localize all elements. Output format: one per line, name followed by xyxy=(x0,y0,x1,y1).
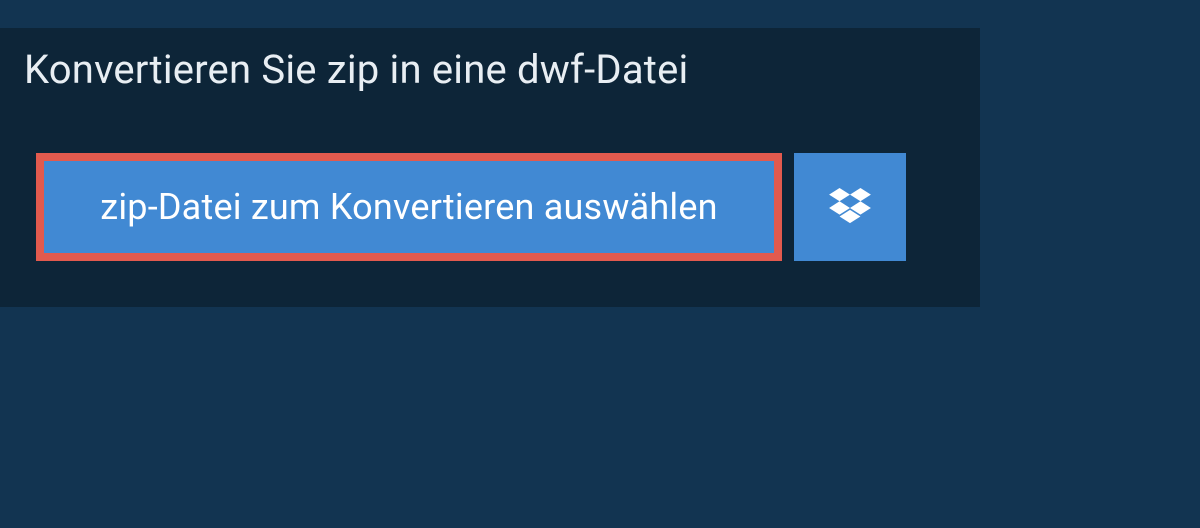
dropbox-button[interactable] xyxy=(794,153,906,261)
dropbox-icon xyxy=(829,188,871,226)
converter-panel: Konvertieren Sie zip in eine dwf-Datei z… xyxy=(0,28,980,307)
select-file-button[interactable]: zip-Datei zum Konvertieren auswählen xyxy=(36,153,782,261)
select-file-button-label: zip-Datei zum Konvertieren auswählen xyxy=(100,186,717,228)
page-title: Konvertieren Sie zip in eine dwf-Datei xyxy=(24,46,688,93)
button-row: zip-Datei zum Konvertieren auswählen xyxy=(0,117,980,307)
heading-wrap: Konvertieren Sie zip in eine dwf-Datei xyxy=(0,28,724,117)
